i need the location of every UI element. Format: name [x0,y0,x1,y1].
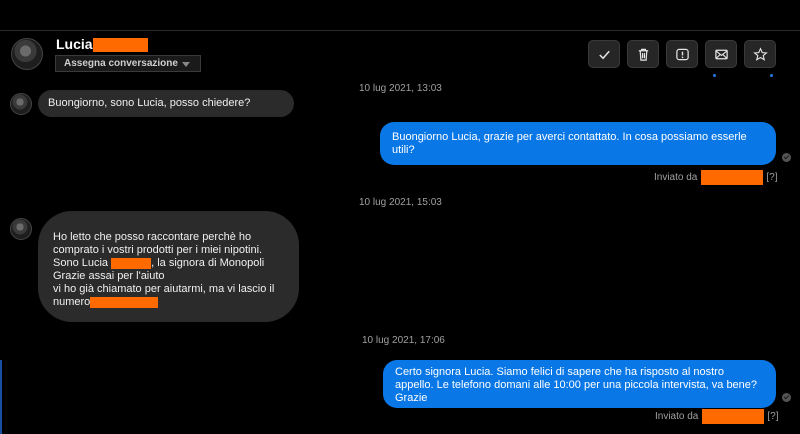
message-line: Sono Lucia , la signora di Monopoli [53,257,285,270]
report-button[interactable] [666,40,698,68]
message-line: vi ho già chiamato per aiutarmi, ma vi l… [53,283,275,295]
email-button[interactable] [705,40,737,68]
redacted-agent-name [701,170,764,185]
star-icon [752,46,768,61]
message-fragment: , la signora di Monopoli [151,257,265,269]
incoming-message: Buongiorno, sono Lucia, posso chiedere? [38,90,294,117]
help-link[interactable]: [?] [767,411,778,422]
help-link[interactable]: [?] [766,172,777,183]
delete-button[interactable] [627,40,659,68]
window-top-strip [0,0,800,30]
sent-by-line: Inviato da [?] [655,409,779,424]
message-timestamp: 10 lug 2021, 13:03 [359,83,442,94]
message-line: Grazie assai per l'aiuto [53,270,165,282]
message-line: numero [53,296,285,309]
envelope-icon [714,49,728,59]
redacted-phone-number [90,296,159,308]
contact-name: Lucia [56,36,93,52]
unread-indicator [770,74,773,77]
trash-icon [638,48,648,61]
message-line: comprato i vostri prodotti per i miei ni… [53,244,263,256]
message-timestamp: 10 lug 2021, 17:06 [362,335,445,346]
check-icon [598,50,610,59]
assign-conversation-dropdown[interactable]: Assegna conversazione [55,55,201,72]
alert-icon [675,48,689,60]
delivered-check-icon [782,153,791,162]
unread-indicator [713,74,716,77]
redacted-surname [93,38,148,52]
contact-avatar-small [10,93,32,115]
assign-conversation-label: Assegna conversazione [64,58,178,69]
sent-by-line: Inviato da [?] [654,170,778,185]
contact-avatar-small [10,218,32,240]
sent-by-label: Inviato da [654,172,698,184]
redacted-agent-name [702,409,765,424]
sent-by-label: Inviato da [655,411,699,423]
resolve-button[interactable] [588,40,620,68]
outgoing-message: Certo signora Lucia. Siamo felici di sap… [383,360,776,408]
message-line: Ho letto che posso raccontare perchè ho [53,231,252,243]
redacted-surname [111,257,152,269]
scroll-edge-indicator [0,360,2,434]
message-fragment: Sono Lucia [53,257,109,269]
outgoing-message: Buongiorno Lucia, grazie per averci cont… [380,122,776,165]
delivered-check-icon [782,393,791,402]
message-fragment: numero [53,296,91,308]
header-toolbar [588,40,776,68]
contact-avatar [11,38,43,70]
message-timestamp: 10 lug 2021, 15:03 [359,197,442,208]
incoming-message: Ho letto che posso raccontare perchè ho … [38,211,299,322]
chevron-down-icon [182,62,190,67]
star-button[interactable] [744,40,776,68]
